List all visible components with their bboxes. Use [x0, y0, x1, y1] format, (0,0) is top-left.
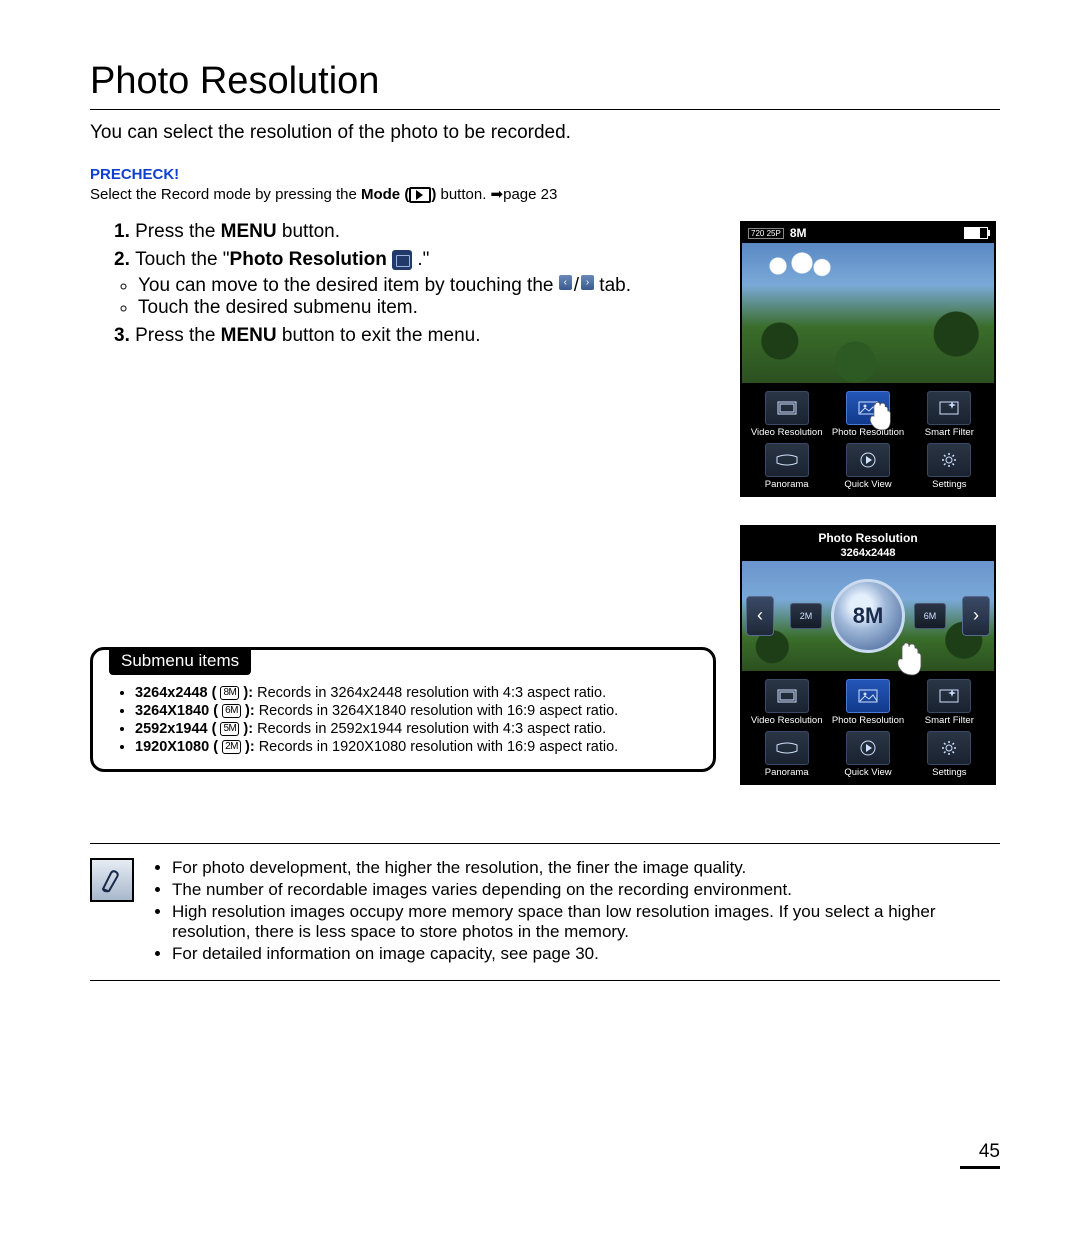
option-left[interactable]: 2M [790, 603, 822, 629]
gear-icon [941, 740, 957, 756]
preview-image [742, 243, 994, 383]
tile-video-resolution[interactable]: Video Resolution [748, 679, 825, 727]
submenu-header: Submenu items [109, 647, 251, 675]
mp-icon: 8M [220, 686, 239, 700]
mp-icon: 6M [222, 704, 241, 718]
note-icon [90, 858, 134, 902]
play-icon [860, 740, 876, 756]
step-1: 1. Press the MENU button. [114, 221, 716, 243]
submenu-item: 3264x2448 ( 8M ): Records in 3264x2448 r… [135, 685, 699, 701]
step-2-sub-2: Touch the desired submenu item. [138, 297, 716, 319]
touch-hand-icon [867, 402, 893, 432]
tile-settings[interactable]: Settings [911, 443, 988, 491]
film-icon [777, 689, 797, 703]
note-item: For photo development, the higher the re… [172, 858, 1000, 878]
menu-grid: Video Resolution Photo Resolution [742, 383, 994, 495]
selector-body: ‹ › 2M 8M 6M [742, 561, 994, 671]
step-3: 3. Press the MENU button to exit the men… [114, 325, 716, 347]
page-title: Photo Resolution [90, 60, 1000, 103]
submenu-box: Submenu items 3264x2448 ( 8M ): Records … [90, 647, 716, 772]
video-mode-badge: 720 25P [748, 228, 784, 239]
gear-icon [941, 452, 957, 468]
mp-icon: 5M [220, 722, 239, 736]
tile-smart-filter[interactable]: Smart Filter [911, 391, 988, 439]
step-2-sub-1: You can move to the desired item by touc… [138, 275, 716, 297]
tile-photo-resolution[interactable]: Photo Resolution [829, 679, 906, 727]
precheck-text: Select the Record mode by pressing the M… [90, 185, 1000, 203]
tile-video-resolution[interactable]: Video Resolution [748, 391, 825, 439]
nav-right-button[interactable]: › [962, 596, 990, 636]
tile-panorama[interactable]: Panorama [748, 731, 825, 779]
chevron-right-icon: › [581, 275, 594, 290]
page-number: 45 [90, 1141, 1000, 1169]
note-item: The number of recordable images varies d… [172, 880, 1000, 900]
tile-smart-filter[interactable]: Smart Filter [911, 679, 988, 727]
tile-panorama[interactable]: Panorama [748, 443, 825, 491]
touch-hand-icon [894, 643, 924, 677]
panorama-icon [776, 742, 798, 754]
submenu-item: 2592x1944 ( 5M ): Records in 2592x1944 r… [135, 721, 699, 737]
camera-screenshot-2: Photo Resolution 3264x2448 ‹ › 2M 8M 6M [740, 525, 996, 785]
submenu-item: 1920X1080 ( 2M ): Records in 1920X1080 r… [135, 739, 699, 755]
tile-photo-resolution[interactable]: Photo Resolution [829, 391, 906, 439]
tile-settings[interactable]: Settings [911, 731, 988, 779]
step-2: 2. Touch the "Photo Resolution ." You ca… [114, 249, 716, 319]
mode-icon [409, 187, 431, 203]
film-icon [777, 401, 797, 415]
chevron-left-icon: ‹ [559, 275, 572, 290]
nav-left-button[interactable]: ‹ [746, 596, 774, 636]
menu-grid: Video Resolution Photo Resolution Smart … [742, 671, 994, 783]
option-right[interactable]: 6M [914, 603, 946, 629]
submenu-item: 3264X1840 ( 6M ): Records in 3264X1840 r… [135, 703, 699, 719]
resolution-badge: 8M [790, 226, 807, 240]
note-item: High resolution images occupy more memor… [172, 902, 1000, 942]
status-bar: 720 25P 8M [742, 223, 994, 243]
camera-screenshot-1: 720 25P 8M Video Resolution [740, 221, 996, 497]
panorama-icon [776, 454, 798, 466]
photo-resolution-icon [392, 250, 412, 270]
photo-icon [858, 689, 878, 703]
battery-icon [964, 227, 988, 239]
option-center[interactable]: 8M [831, 579, 905, 653]
title-divider [90, 109, 1000, 110]
selector-title: Photo Resolution [742, 527, 994, 547]
mp-icon: 2M [222, 740, 241, 754]
filter-icon [939, 689, 959, 703]
precheck-label: PRECHECK! [90, 166, 1000, 183]
nav-left-right-icon: ‹ / › [559, 275, 594, 297]
steps-list: 1. Press the MENU button. 2. Touch the "… [90, 221, 716, 347]
selector-subtitle: 3264x2448 [742, 547, 994, 561]
note-item: For detailed information on image capaci… [172, 944, 1000, 964]
intro-text: You can select the resolution of the pho… [90, 122, 1000, 144]
play-icon [860, 452, 876, 468]
tile-quick-view[interactable]: Quick View [829, 731, 906, 779]
notes-box: For photo development, the higher the re… [90, 843, 1000, 981]
filter-icon [939, 401, 959, 415]
tile-quick-view[interactable]: Quick View [829, 443, 906, 491]
